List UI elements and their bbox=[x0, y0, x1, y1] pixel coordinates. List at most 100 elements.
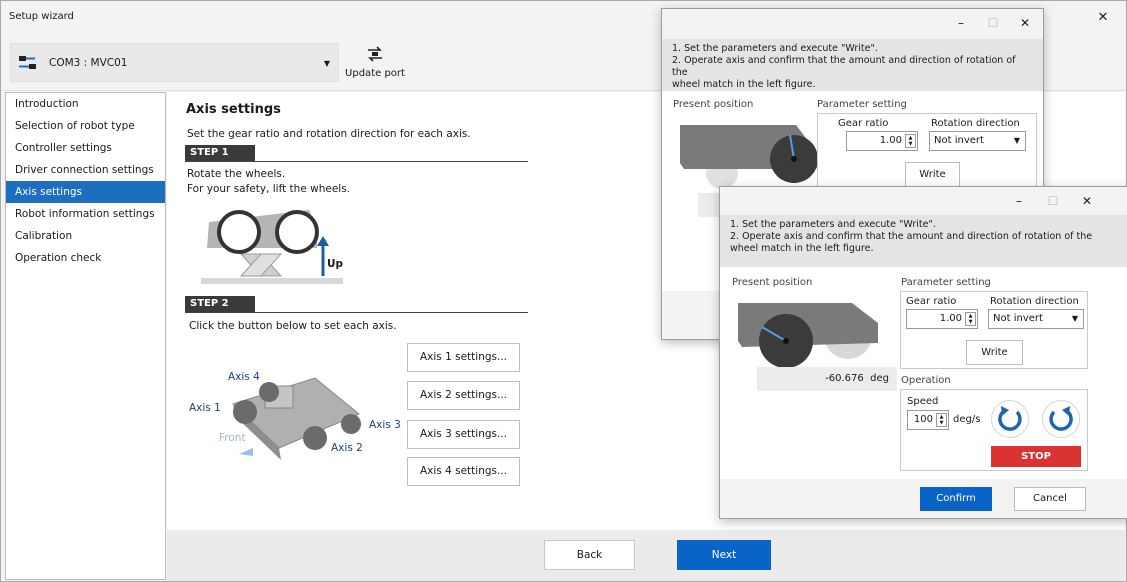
sidebar-item-controller[interactable]: Controller settings bbox=[6, 137, 165, 159]
back-button[interactable]: Back bbox=[544, 540, 635, 570]
rotate-ccw-button[interactable] bbox=[991, 400, 1029, 438]
dialog2-speed-input[interactable]: 100 ▲ ▼ bbox=[907, 410, 949, 430]
dialog1-instr2: 2. Operate axis and confirm that the amo… bbox=[672, 55, 1016, 78]
update-port-button[interactable]: Update port bbox=[345, 40, 405, 88]
dialog2-operation-label: Operation bbox=[901, 375, 951, 386]
update-port-label: Update port bbox=[345, 68, 405, 79]
dialog1-rotation-direction-value: Not invert bbox=[934, 135, 984, 146]
dialog2-close-icon[interactable]: ✕ bbox=[1078, 193, 1096, 209]
dialog2-speed-unit: deg/s bbox=[953, 414, 981, 425]
dialog1-minimize-icon[interactable]: – bbox=[952, 15, 970, 31]
dialog1-gear-ratio-label: Gear ratio bbox=[838, 118, 889, 129]
dialog2-speed-label: Speed bbox=[907, 396, 939, 407]
dialog2-gear-ratio-value: 1.00 bbox=[939, 313, 962, 324]
dialog2-operation-group: Speed 100 ▲ ▼ deg/s STOP bbox=[900, 389, 1088, 471]
dialog1-parameter-group: Gear ratio Rotation direction 1.00 ▲ ▼ No… bbox=[817, 113, 1037, 191]
dialog2-wheel-illustration bbox=[738, 303, 878, 368]
next-button[interactable]: Next bbox=[677, 540, 771, 570]
sidebar-item-calibration[interactable]: Calibration bbox=[6, 225, 165, 247]
dialog2-speed-spin-icon[interactable]: ▲ ▼ bbox=[936, 413, 947, 427]
dialog1-instructions: 1. Set the parameters and execute "Write… bbox=[662, 39, 1043, 91]
stop-button[interactable]: STOP bbox=[991, 446, 1081, 467]
axis3-label: Axis 3 bbox=[369, 419, 401, 431]
front-label: Front bbox=[219, 432, 246, 444]
dialog2-position-value: -60.676 bbox=[825, 373, 864, 384]
lifted-robot-illustration bbox=[201, 210, 343, 284]
step1-tag: STEP 1 bbox=[185, 145, 255, 161]
dialog2-rotation-direction-select[interactable]: Not invert ▼ bbox=[988, 309, 1084, 329]
dialog2-title-bar: – ☐ ✕ bbox=[720, 187, 1127, 215]
dialog1-parameter-setting-label: Parameter setting bbox=[817, 99, 907, 110]
sidebar-item-operation[interactable]: Operation check bbox=[6, 247, 165, 269]
sidebar-item-introduction[interactable]: Introduction bbox=[6, 93, 165, 115]
dialog1-chevron-down-icon: ▼ bbox=[1013, 136, 1020, 145]
sidebar-item-axis[interactable]: Axis settings bbox=[6, 181, 165, 203]
rotate-cw-icon bbox=[1049, 406, 1073, 431]
port-select[interactable]: COM3 : MVC01 ▼ bbox=[10, 43, 339, 82]
dialog1-rotation-direction-label: Rotation direction bbox=[931, 118, 1020, 129]
com-port-icon bbox=[19, 56, 36, 69]
confirm-button[interactable]: Confirm bbox=[920, 487, 992, 511]
axis1-label: Axis 1 bbox=[189, 402, 221, 414]
sidebar-item-driver[interactable]: Driver connection settings bbox=[6, 159, 165, 181]
dialog2-speed-value: 100 bbox=[913, 414, 933, 425]
refresh-port-icon bbox=[368, 46, 382, 62]
axis2-settings-button[interactable]: Axis 2 settings... bbox=[407, 381, 520, 410]
axis2-label: Axis 2 bbox=[331, 442, 363, 454]
dialog2-instr1: 1. Set the parameters and execute "Write… bbox=[730, 219, 936, 230]
dialog1-write-button[interactable]: Write bbox=[905, 162, 960, 187]
sidebar-item-robot-info[interactable]: Robot information settings bbox=[6, 203, 165, 225]
step2-tag: STEP 2 bbox=[185, 296, 255, 312]
step1-line1: Rotate the wheels. bbox=[187, 168, 286, 180]
close-icon[interactable]: ✕ bbox=[1092, 8, 1114, 28]
dialog2-body: Present position -60.676 deg Parameter s… bbox=[720, 267, 1127, 479]
cancel-button[interactable]: Cancel bbox=[1014, 487, 1086, 511]
step2-header: STEP 2 bbox=[185, 296, 528, 313]
port-value: COM3 : MVC01 bbox=[49, 57, 128, 69]
up-label: Up bbox=[327, 258, 344, 270]
page-title: Axis settings bbox=[186, 102, 281, 117]
dialog1-title-bar: – ☐ ✕ bbox=[662, 9, 1043, 37]
axis3-settings-button[interactable]: Axis 3 settings... bbox=[407, 420, 520, 449]
page-description: Set the gear ratio and rotation directio… bbox=[187, 128, 471, 140]
dialog2-rotation-direction-label: Rotation direction bbox=[990, 296, 1079, 307]
dialog2-write-button[interactable]: Write bbox=[966, 340, 1023, 365]
dialog1-gear-ratio-input[interactable]: 1.00 ▲ ▼ bbox=[846, 131, 918, 151]
footer: Back Next bbox=[167, 530, 1125, 581]
dialog1-present-position-label: Present position bbox=[673, 99, 754, 110]
sidebar-item-robot-type[interactable]: Selection of robot type bbox=[6, 115, 165, 137]
dialog1-gear-ratio-spin-icon[interactable]: ▲ ▼ bbox=[905, 134, 916, 148]
dialog2-present-position-label: Present position bbox=[732, 277, 813, 288]
step2-line1: Click the button below to set each axis. bbox=[189, 320, 397, 332]
dialog2-rotation-direction-value: Not invert bbox=[993, 313, 1043, 324]
chevron-down-icon: ▼ bbox=[323, 59, 330, 68]
dialog2-minimize-icon[interactable]: – bbox=[1010, 193, 1028, 209]
dialog1-rotation-direction-select[interactable]: Not invert ▼ bbox=[929, 131, 1026, 151]
dialog2-instr2: 2. Operate axis and confirm that the amo… bbox=[730, 231, 1093, 242]
dialog1-wheel-illustration bbox=[680, 125, 822, 189]
step1-line2: For your safety, lift the wheels. bbox=[187, 183, 351, 195]
dialog2-chevron-down-icon: ▼ bbox=[1071, 314, 1078, 323]
dialog2-position-unit: deg bbox=[870, 373, 889, 384]
dialog1-instr1: 1. Set the parameters and execute "Write… bbox=[672, 43, 878, 54]
dialog1-maximize-icon: ☐ bbox=[987, 16, 999, 30]
sidebar: Introduction Selection of robot type Con… bbox=[5, 92, 166, 580]
rotate-ccw-icon bbox=[998, 406, 1022, 431]
dialog1-gear-ratio-value: 1.00 bbox=[879, 135, 902, 146]
dialog1-close-icon[interactable]: ✕ bbox=[1016, 15, 1034, 31]
dialog1-instr3: wheel match in the left figure. bbox=[672, 79, 816, 90]
axis4-settings-button[interactable]: Axis 4 settings... bbox=[407, 457, 520, 486]
dialog2-gear-ratio-spin-icon[interactable]: ▲ ▼ bbox=[965, 312, 976, 326]
dialog2-gear-ratio-input[interactable]: 1.00 ▲ ▼ bbox=[906, 309, 978, 329]
dialog2-parameter-setting-label: Parameter setting bbox=[901, 277, 991, 288]
axis4-label: Axis 4 bbox=[228, 371, 260, 383]
dialog2-instr3: wheel match in the left figure. bbox=[730, 243, 874, 254]
dialog2-gear-ratio-label: Gear ratio bbox=[906, 296, 957, 307]
dialog2-parameter-group: Gear ratio Rotation direction 1.00 ▲ ▼ No… bbox=[900, 291, 1088, 369]
dialog2-maximize-icon: ☐ bbox=[1047, 194, 1059, 208]
axis1-settings-button[interactable]: Axis 1 settings... bbox=[407, 343, 520, 372]
rotate-cw-button[interactable] bbox=[1042, 400, 1080, 438]
axis-dialog-front: – ☐ ✕ 1. Set the parameters and execute … bbox=[719, 186, 1127, 519]
dialog2-position-readout: -60.676 deg bbox=[757, 367, 897, 391]
step1-header: STEP 1 bbox=[185, 145, 528, 162]
